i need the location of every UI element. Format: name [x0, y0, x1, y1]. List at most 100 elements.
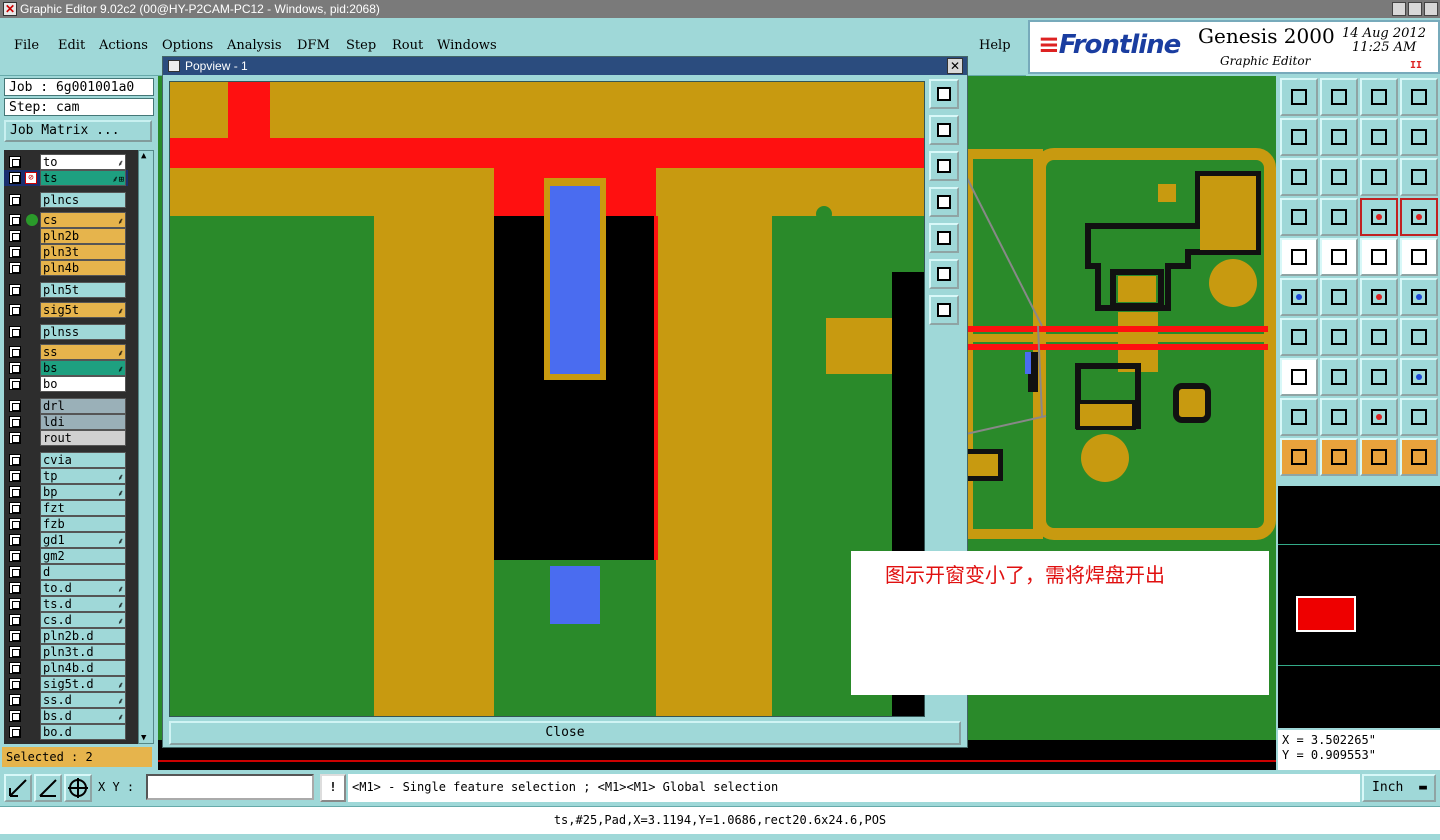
scroll-up-icon[interactable]: ▲: [141, 151, 151, 161]
select-region-tool-button[interactable]: [1320, 238, 1358, 276]
layer-checkbox[interactable]: [9, 326, 21, 338]
popview-close-icon[interactable]: ✕: [947, 58, 963, 74]
pop-pan-down-button[interactable]: [929, 151, 959, 181]
layer-checkbox[interactable]: [9, 194, 21, 206]
layer-row-bs[interactable]: bs ⸙: [4, 360, 128, 376]
zoom-fit-tool-button[interactable]: [1320, 158, 1358, 196]
layer-row-sig5t[interactable]: sig5t ⸙: [4, 302, 128, 318]
menu-step[interactable]: Step: [346, 38, 376, 53]
layer-row-cs-d[interactable]: cs.d ⸙: [4, 612, 128, 628]
swap-tool-button[interactable]: [1360, 118, 1398, 156]
layer-checkbox[interactable]: [9, 662, 21, 674]
menu-edit[interactable]: Edit: [58, 38, 85, 53]
layer-checkbox[interactable]: [9, 694, 21, 706]
layer-checkbox[interactable]: [9, 518, 21, 530]
layer-row-pln4b[interactable]: pln4b: [4, 260, 128, 276]
pop-pan-up-button[interactable]: [929, 115, 959, 145]
layer-checkbox[interactable]: [9, 710, 21, 722]
layer-list-scrollbar[interactable]: ▲ ▼: [138, 150, 154, 744]
layer-checkbox[interactable]: [9, 246, 21, 258]
maximize-icon[interactable]: [1408, 2, 1422, 16]
a-shape-tool-button[interactable]: [1320, 398, 1358, 436]
overview-map[interactable]: [1278, 486, 1440, 728]
select-pad-tool-button[interactable]: [1280, 238, 1318, 276]
layer-row-ts-d[interactable]: ts.d ⸙: [4, 596, 128, 612]
layer-row-fzt[interactable]: fzt: [4, 500, 128, 516]
layer-row-fzb[interactable]: fzb: [4, 516, 128, 532]
a-red-tool-button[interactable]: [1360, 398, 1398, 436]
pop-zoom-in-button[interactable]: [929, 259, 959, 289]
popview-close-button[interactable]: Close: [169, 721, 961, 745]
menu-windows[interactable]: Windows: [437, 38, 497, 53]
layer-checkbox[interactable]: [9, 646, 21, 658]
popview-zoom-area[interactable]: [169, 81, 925, 717]
layer-checkbox[interactable]: [9, 400, 21, 412]
layer-checkbox[interactable]: [9, 678, 21, 690]
layer-checkbox[interactable]: [9, 346, 21, 358]
layer-row-drl[interactable]: drl: [4, 398, 128, 414]
layer-row-pln4b-d[interactable]: pln4b.d: [4, 660, 128, 676]
layer-checkbox[interactable]: [9, 614, 21, 626]
pan-down-tool-button[interactable]: [1320, 78, 1358, 116]
angle-tool-button[interactable]: [1280, 318, 1318, 356]
layer-row-bo-d[interactable]: bo.d: [4, 724, 128, 740]
xy-input[interactable]: [146, 774, 314, 800]
layer-row-pln3t-d[interactable]: pln3t.d: [4, 644, 128, 660]
layer-checkbox[interactable]: [9, 432, 21, 444]
layer-checkbox[interactable]: [9, 726, 21, 738]
layer-row-pln3t[interactable]: pln3t: [4, 244, 128, 260]
line-red-tool-button[interactable]: [1360, 278, 1398, 316]
message-alert-icon[interactable]: !: [320, 774, 346, 802]
layer-checkbox[interactable]: [9, 378, 21, 390]
a-cross-tool-button[interactable]: [1400, 398, 1438, 436]
menu-dfm[interactable]: DFM: [297, 38, 330, 53]
layer-row-rout[interactable]: rout: [4, 430, 128, 446]
layer-row-ts[interactable]: ⊘ ts ⸙⊞: [4, 170, 128, 186]
layer-checkbox[interactable]: [9, 172, 21, 184]
layer-row-bo[interactable]: bo: [4, 376, 128, 392]
layer-checkbox[interactable]: [9, 630, 21, 642]
menu-file[interactable]: File: [14, 38, 39, 53]
split-view-tool-button[interactable]: [1400, 78, 1438, 116]
measure-mode-icon[interactable]: [34, 774, 62, 802]
pause-icon[interactable]: II: [1410, 60, 1422, 71]
layer-row-ss[interactable]: ss ⸙: [4, 344, 128, 360]
layer-row-gd1[interactable]: gd1 ⸙: [4, 532, 128, 548]
net-tool-button[interactable]: [1280, 278, 1318, 316]
layer-checkbox[interactable]: [9, 156, 21, 168]
layer-row-ldi[interactable]: ldi: [4, 414, 128, 430]
layer-checkbox[interactable]: [9, 486, 21, 498]
cross-snap-tool-button[interactable]: [1320, 278, 1358, 316]
ruler-tool-button[interactable]: [1360, 238, 1398, 276]
grid-tool-button[interactable]: [1320, 198, 1358, 236]
slash-tool-button[interactable]: [1320, 318, 1358, 356]
dot-frame-tool-button[interactable]: [1280, 358, 1318, 396]
pointer-box-tool-button[interactable]: [1320, 438, 1358, 476]
layer-checkbox[interactable]: [9, 598, 21, 610]
menu-analysis[interactable]: Analysis: [227, 38, 282, 53]
layer-checkbox[interactable]: [9, 304, 21, 316]
layer-row-bp[interactable]: bp ⸙: [4, 484, 128, 500]
home-tool-button[interactable]: [1360, 78, 1398, 116]
layer-row-plncs[interactable]: plncs: [4, 192, 128, 208]
pan-right-tool-button[interactable]: [1320, 118, 1358, 156]
pop-pan-left-button[interactable]: [929, 187, 959, 217]
scale-1-2-tool-button[interactable]: [1360, 158, 1398, 196]
line-blue-tool-button[interactable]: [1400, 278, 1438, 316]
zoom-home-tool-button[interactable]: [1280, 78, 1318, 116]
layer-checkbox[interactable]: [9, 214, 21, 226]
rotate-tool-button[interactable]: [1360, 318, 1398, 356]
circles-tool-button[interactable]: [1400, 358, 1438, 396]
layer-row-sig5t-d[interactable]: sig5t.d ⸙: [4, 676, 128, 692]
layer-checkbox[interactable]: [9, 362, 21, 374]
overview-view-rect[interactable]: [1296, 596, 1356, 632]
layers-b-tool-button[interactable]: [1400, 198, 1438, 236]
help-tool-button[interactable]: [1400, 158, 1438, 196]
layer-checkbox[interactable]: [9, 566, 21, 578]
menu-help[interactable]: Help: [979, 38, 1011, 53]
pointer-frame-tool-button[interactable]: [1360, 438, 1398, 476]
grid-mode-icon[interactable]: [64, 774, 92, 802]
wrench-tool-button[interactable]: [1280, 198, 1318, 236]
layer-row-cvia[interactable]: cvia: [4, 452, 128, 468]
dash-tool-button[interactable]: [1320, 358, 1358, 396]
